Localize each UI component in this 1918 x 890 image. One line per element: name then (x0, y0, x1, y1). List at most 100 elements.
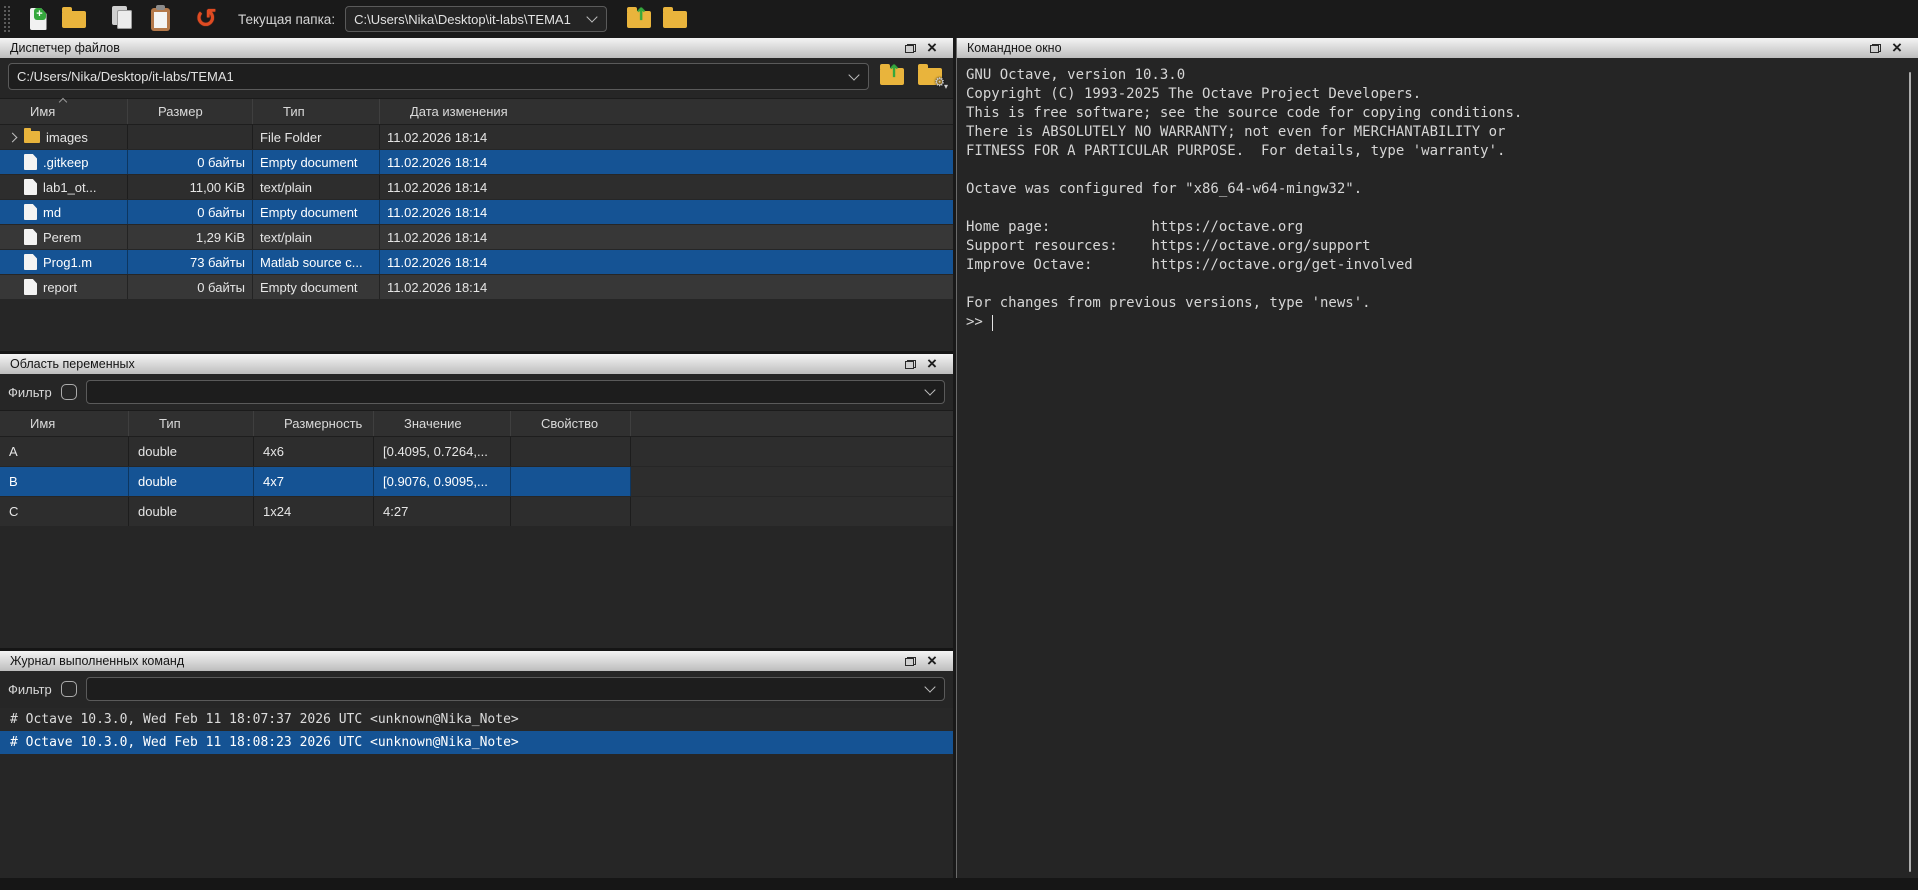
file-name-cell: images (0, 125, 128, 149)
open-file-button[interactable] (56, 3, 92, 35)
close-button[interactable]: × (921, 355, 943, 373)
file-row[interactable]: imagesFile Folder11.02.2026 18:14 (0, 125, 953, 150)
undock-button[interactable] (899, 39, 921, 57)
panel-title: Диспетчер файлов (10, 41, 899, 55)
column-header-label: Тип (283, 104, 305, 119)
file-modified-cell: 11.02.2026 18:14 (380, 200, 953, 224)
column-header-label: Имя (30, 104, 55, 119)
folder-actions-button[interactable]: ⚙▾ (915, 64, 945, 90)
file-browser-titlebar[interactable]: Диспетчер файлов × (0, 38, 953, 58)
undo-button[interactable]: ↺ (188, 3, 224, 35)
workspace-titlebar[interactable]: Область переменных × (0, 354, 953, 374)
browse-folder-button[interactable] (657, 3, 693, 35)
new-script-icon: + (30, 8, 47, 30)
file-row[interactable]: report0 байтыEmpty document11.02.2026 18… (0, 275, 953, 300)
column-header[interactable]: Тип (253, 99, 380, 124)
file-modified-cell: 11.02.2026 18:14 (380, 250, 953, 274)
undo-icon: ↺ (195, 6, 217, 32)
vertical-scrollbar[interactable] (1909, 72, 1911, 872)
terminal-output: GNU Octave, version 10.3.0 Copyright (C)… (966, 66, 1894, 313)
file-row[interactable]: .gitkeep0 байтыEmpty document11.02.2026 … (0, 150, 953, 175)
file-row[interactable]: Prog1.m73 байтыMatlab source c...11.02.2… (0, 250, 953, 275)
workspace-filter-combobox[interactable] (86, 380, 945, 404)
file-name-cell: Perem (0, 225, 128, 249)
history-filter-row: Фильтр (0, 671, 953, 706)
copy-button[interactable] (106, 3, 142, 35)
column-header[interactable]: Размерность (254, 411, 374, 436)
file-name-cell: Prog1.m (0, 250, 128, 274)
file-icon (24, 279, 37, 295)
new-script-button[interactable]: + (20, 3, 56, 35)
expand-chevron-icon[interactable] (8, 132, 18, 142)
close-button[interactable]: × (1886, 39, 1908, 57)
file-size-cell: 73 байты (128, 250, 253, 274)
file-name-cell: lab1_ot... (0, 175, 128, 199)
octave-main-window: + ↺ Текущая папка: C:\Users\Nika\Desktop… (0, 0, 1918, 890)
current-folder-combobox[interactable]: C:\Users\Nika\Desktop\it-labs\TEMA1 (345, 6, 607, 32)
command-window-titlebar[interactable]: Командное окно × (957, 38, 1918, 58)
workspace-filter-checkbox[interactable] (61, 384, 77, 400)
file-size-cell: 11,00 KiB (128, 175, 253, 199)
file-modified-cell: 11.02.2026 18:14 (380, 175, 953, 199)
command-prompt[interactable]: >> (966, 313, 1894, 332)
workspace-filter-row: Фильтр (0, 374, 953, 409)
variable-attr-cell (511, 467, 631, 496)
file-name-cell: md (0, 200, 128, 224)
file-name: md (43, 205, 61, 220)
close-button[interactable]: × (921, 652, 943, 670)
file-name: Prog1.m (43, 255, 92, 270)
history-filter-combobox[interactable] (86, 677, 945, 701)
undock-button[interactable] (899, 652, 921, 670)
panel-title: Область переменных (10, 357, 899, 371)
column-header[interactable]: Имя (0, 411, 129, 436)
variable-dims-cell: 1x24 (254, 497, 374, 526)
variable-value-cell: 4:27 (374, 497, 511, 526)
variable-value-cell: [0.9076, 0.9095,... (374, 467, 511, 496)
variable-row[interactable]: Cdouble1x244:27 (0, 497, 953, 527)
terminal-area[interactable]: GNU Octave, version 10.3.0 Copyright (C)… (957, 58, 1918, 878)
history-entry[interactable]: # Octave 10.3.0, Wed Feb 11 18:08:23 202… (0, 731, 953, 754)
history-filter-checkbox[interactable] (61, 681, 77, 697)
toolbar-drag-handle[interactable] (4, 6, 10, 32)
file-modified-cell: 11.02.2026 18:14 (380, 150, 953, 174)
paste-icon (151, 8, 170, 31)
folder-up-button[interactable]: ↑ (621, 3, 657, 35)
prompt-symbol: >> (966, 313, 983, 332)
variable-type-cell: double (129, 467, 254, 496)
column-header[interactable]: Тип (129, 411, 254, 436)
file-type-cell: text/plain (253, 175, 380, 199)
column-header[interactable]: Значение (374, 411, 511, 436)
column-header[interactable]: Имя (0, 99, 128, 124)
file-row[interactable]: md0 байтыEmpty document11.02.2026 18:14 (0, 200, 953, 225)
file-name-cell: report (0, 275, 128, 299)
file-name: images (46, 130, 88, 145)
variable-type-cell: double (129, 497, 254, 526)
variable-dims-cell: 4x7 (254, 467, 374, 496)
undock-button[interactable] (1864, 39, 1886, 57)
column-header-label: Значение (404, 416, 462, 431)
variable-attr-cell (511, 497, 631, 526)
history-entry[interactable]: # Octave 10.3.0, Wed Feb 11 18:07:37 202… (0, 708, 953, 731)
column-header[interactable]: Свойство (511, 411, 631, 436)
column-header[interactable]: Дата изменения (380, 99, 953, 124)
file-row[interactable]: lab1_ot...11,00 KiBtext/plain11.02.2026 … (0, 175, 953, 200)
variable-row[interactable]: Bdouble4x7[0.9076, 0.9095,... (0, 467, 953, 497)
file-path-combobox[interactable]: C:/Users/Nika/Desktop/it-labs/TEMA1 (8, 63, 869, 90)
one-directory-up-button[interactable]: ↑ (877, 64, 907, 90)
close-button[interactable]: × (921, 39, 943, 57)
window-bottom-edge (0, 878, 1918, 890)
close-icon: × (927, 356, 937, 372)
history-titlebar[interactable]: Журнал выполненных команд × (0, 651, 953, 671)
file-row[interactable]: Perem1,29 KiBtext/plain11.02.2026 18:14 (0, 225, 953, 250)
column-header[interactable]: Размер (128, 99, 253, 124)
paste-button[interactable] (142, 3, 178, 35)
undock-button[interactable] (899, 355, 921, 373)
indent-spacer (8, 282, 18, 292)
variable-row[interactable]: Adouble4x6[0.4095, 0.7264,... (0, 437, 953, 467)
column-header-label: Тип (159, 416, 181, 431)
variable-attr-cell (511, 437, 631, 466)
column-header[interactable] (631, 411, 953, 436)
chevron-down-icon (586, 11, 597, 22)
undock-icon (1870, 44, 1881, 53)
file-table-header: Имя Размер Тип Дата изменения (0, 98, 953, 125)
